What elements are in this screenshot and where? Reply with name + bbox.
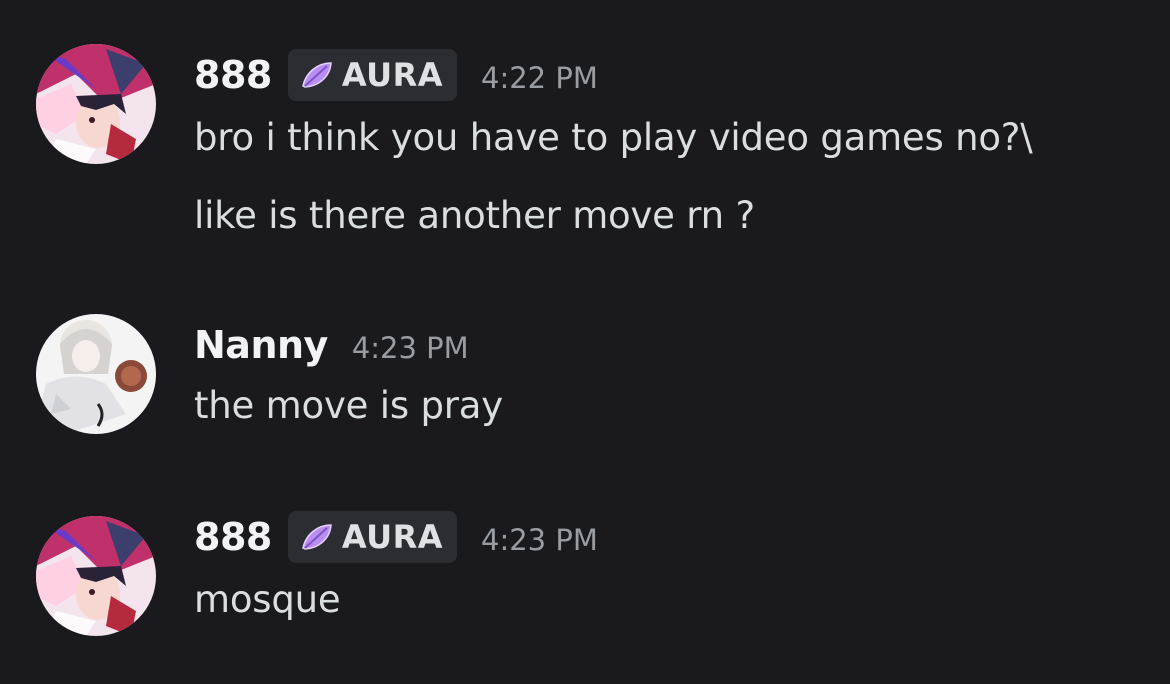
avatar[interactable] [36, 516, 156, 636]
purple-leaf-icon [301, 62, 332, 88]
message-text: like is there another move rn ? [194, 194, 755, 237]
avatar-image [36, 44, 156, 164]
message-text: the move is pray [194, 384, 503, 427]
message-text: bro i think you have to play video games… [194, 116, 1033, 159]
username[interactable]: 888 [194, 515, 272, 559]
username[interactable]: Nanny [194, 323, 328, 367]
tag-label: AURA [341, 518, 443, 556]
server-tag[interactable]: AURA [287, 511, 457, 563]
timestamp: 4:23 PM [351, 331, 469, 365]
purple-leaf-icon [301, 524, 332, 550]
avatar-image [36, 314, 156, 434]
avatar[interactable] [36, 314, 156, 434]
message-text: mosque [194, 578, 341, 621]
tag-label: AURA [341, 56, 443, 94]
avatar[interactable] [36, 44, 156, 164]
avatar-image [36, 516, 156, 636]
username[interactable]: 888 [194, 53, 272, 97]
server-tag[interactable]: AURA [287, 49, 457, 101]
timestamp: 4:22 PM [481, 61, 598, 95]
timestamp: 4:23 PM [481, 523, 598, 557]
